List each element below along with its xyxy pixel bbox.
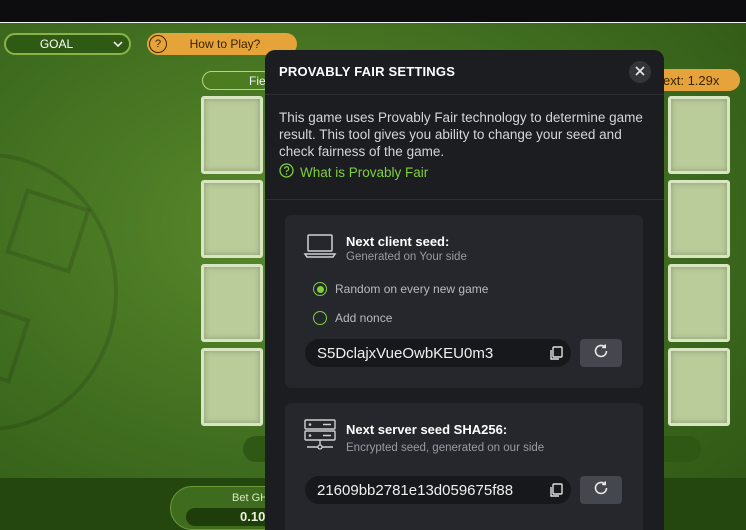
game-tile[interactable]: [668, 96, 730, 174]
next-multiplier-text: ext: 1.29x: [663, 72, 720, 88]
radio-nonce-label: Add nonce: [335, 311, 393, 325]
server-seed-title: Next server seed SHA256:: [346, 422, 508, 437]
game-selector[interactable]: GOAL: [4, 33, 131, 55]
header-divider: [265, 94, 664, 95]
server-seed-hash-field[interactable]: 21609bb2781e13d059675f88: [305, 476, 571, 504]
game-selector-value: GOAL: [39, 37, 74, 51]
what-is-provably-fair-label: What is Provably Fair: [300, 164, 429, 180]
bet-label: Bet GH: [232, 492, 269, 504]
refresh-icon: [592, 479, 610, 502]
radio-unselected-icon: [313, 311, 327, 325]
game-tile[interactable]: [201, 96, 263, 174]
provably-fair-modal: PROVABLY FAIR SETTINGS This game uses Pr…: [265, 50, 664, 530]
chevron-down-icon: [107, 38, 129, 50]
regenerate-server-seed-button[interactable]: [580, 476, 622, 504]
radio-random-label: Random on every new game: [335, 282, 489, 296]
game-tile[interactable]: [668, 348, 730, 426]
help-circle-icon: [279, 163, 294, 181]
client-seed-subtitle: Generated on Your side: [346, 251, 467, 263]
modal-description: This game uses Provably Fair technology …: [279, 110, 643, 159]
server-seed-subtitle: Encrypted seed, generated on our side: [346, 442, 545, 454]
soccer-ball-watermark: [0, 153, 118, 431]
how-to-play-label: How to Play?: [189, 37, 261, 51]
client-seed-value: S5DclajxVueOwbKEU0m3: [317, 344, 494, 362]
section-divider: [265, 199, 664, 200]
what-is-provably-fair-link[interactable]: What is Provably Fair: [279, 163, 428, 181]
server-icon: [303, 418, 337, 457]
game-tile[interactable]: [201, 180, 263, 258]
client-seed-title: Next client seed:: [346, 234, 450, 249]
client-seed-card: Next client seed: Generated on Your side…: [285, 215, 643, 388]
game-tile[interactable]: [201, 348, 263, 426]
field-button-label: Fie: [249, 73, 266, 88]
refresh-icon: [592, 342, 610, 365]
game-tile[interactable]: [201, 264, 263, 342]
question-icon: ?: [149, 35, 167, 53]
laptop-icon: [303, 232, 337, 265]
regenerate-client-seed-button[interactable]: [580, 339, 622, 367]
server-seed-card: Next server seed SHA256: Encrypted seed,…: [285, 403, 643, 530]
game-tile[interactable]: [668, 264, 730, 342]
top-bar: [0, 0, 746, 22]
radio-add-nonce[interactable]: Add nonce: [313, 311, 392, 325]
game-tile[interactable]: [668, 180, 730, 258]
client-seed-input[interactable]: S5DclajxVueOwbKEU0m3: [305, 339, 571, 367]
copy-icon[interactable]: [541, 482, 571, 498]
field-button[interactable]: Fie: [202, 71, 272, 90]
bet-amount[interactable]: 0.10: [186, 508, 276, 526]
copy-icon[interactable]: [541, 345, 571, 361]
close-button[interactable]: [629, 61, 651, 83]
modal-title: PROVABLY FAIR SETTINGS: [279, 64, 456, 79]
radio-selected-icon: [313, 282, 327, 296]
close-icon: [635, 63, 645, 81]
server-seed-value: 21609bb2781e13d059675f88: [317, 481, 514, 499]
radio-random-every-game[interactable]: Random on every new game: [313, 282, 488, 296]
